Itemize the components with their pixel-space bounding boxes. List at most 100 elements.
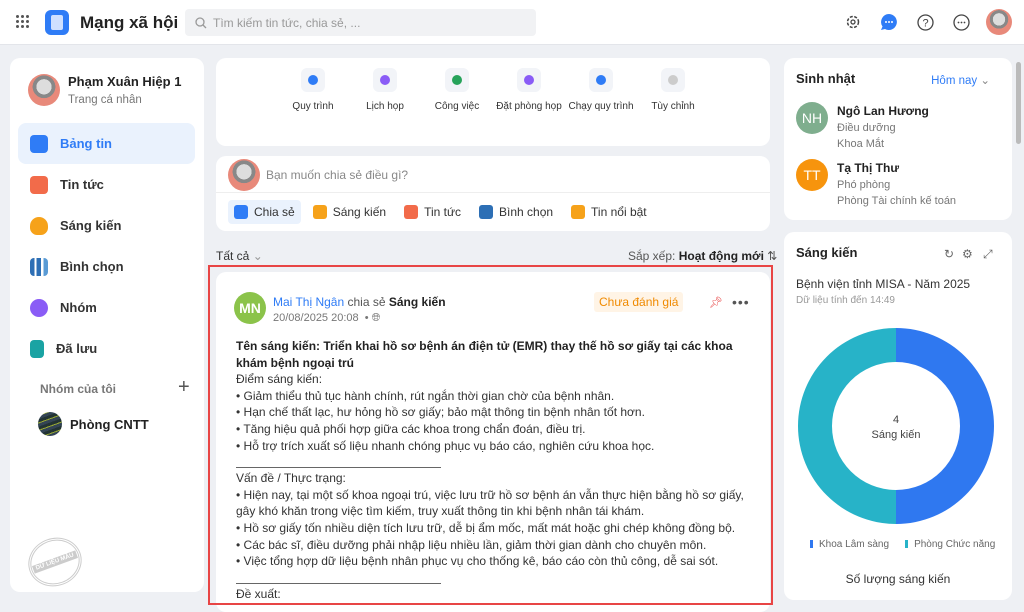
composer-action-4[interactable]: Tin nổi bật bbox=[565, 200, 653, 224]
composer-placeholder: Bạn muốn chia sẻ điều gì? bbox=[266, 168, 409, 182]
legend-swatch bbox=[810, 540, 813, 548]
birthday-title: Sinh nhật bbox=[796, 71, 856, 86]
legend-item[interactable]: Khoa Lâm sàng bbox=[810, 539, 889, 550]
chat-icon[interactable] bbox=[878, 11, 900, 33]
post-type: Sáng kiến bbox=[388, 295, 446, 309]
birthday-filter-dropdown[interactable]: Hôm nay ⌄ bbox=[931, 73, 990, 87]
shortcut-icon bbox=[661, 68, 685, 92]
sample-data-stamp: DỮ LIỆU MẪU bbox=[21, 530, 89, 594]
shortcut-label: Đặt phòng họp bbox=[496, 101, 562, 112]
person-name: Ngô Lan Hương bbox=[837, 104, 929, 118]
shortcut-3[interactable]: Đặt phòng họp bbox=[493, 68, 565, 146]
scrollbar[interactable] bbox=[1016, 62, 1021, 144]
birthday-filter-value: Hôm nay bbox=[931, 75, 978, 87]
nav-label: Bảng tin bbox=[60, 136, 112, 151]
help-icon[interactable]: ? bbox=[914, 11, 936, 33]
search-input[interactable]: Tìm kiếm tin tức, chia sẻ, ... bbox=[185, 9, 536, 36]
composer-action-0[interactable]: Chia sẻ bbox=[228, 200, 301, 224]
donut-slice-1[interactable] bbox=[798, 328, 896, 524]
settings-icon[interactable]: ⚙︎ bbox=[962, 247, 973, 261]
shortcut-4[interactable]: Chạy quy trình bbox=[565, 68, 637, 146]
apps-grid-icon[interactable] bbox=[16, 15, 29, 28]
shortcut-2[interactable]: Công việc bbox=[421, 68, 493, 146]
person-dept: Phòng Tài chính kế toán bbox=[837, 195, 957, 207]
composer-action-3[interactable]: Bình chọn bbox=[473, 200, 559, 224]
legend-label: Khoa Lâm sàng bbox=[819, 539, 890, 550]
point-item: • Giảm thiểu thủ tục hành chính, rút ngắ… bbox=[236, 388, 615, 403]
group-name: Phòng CNTT bbox=[70, 416, 149, 432]
newsfeed-icon bbox=[30, 134, 48, 153]
author-avatar[interactable]: MN bbox=[234, 292, 266, 324]
action-icon bbox=[479, 205, 493, 219]
nav-item-da-luu[interactable]: Đã lưu bbox=[18, 328, 195, 369]
post-composer: Bạn muốn chia sẻ điều gì? Chia sẻ Sáng ki… bbox=[216, 156, 770, 231]
left-sidebar: Phạm Xuân Hiệp 1 Trang cá nhân Bảng tin T… bbox=[10, 58, 204, 594]
sort-value: Hoạt động mới bbox=[678, 249, 764, 263]
proposal-heading: Đề xuất: bbox=[236, 586, 281, 601]
nav-label: Tin tức bbox=[60, 177, 104, 192]
profile-name: Phạm Xuân Hiệp 1 bbox=[68, 74, 182, 89]
app-title: Mạng xã hội bbox=[80, 13, 179, 32]
nav-label: Nhóm bbox=[60, 300, 97, 315]
shortcut-5[interactable]: Tùy chỉnh bbox=[637, 68, 709, 146]
shortcut-label: Công việc bbox=[434, 101, 480, 112]
person-avatar: TT bbox=[796, 159, 828, 191]
shortcut-icon bbox=[301, 68, 325, 92]
shortcut-label: Quy trình bbox=[292, 101, 334, 112]
action-label: Bình chọn bbox=[499, 205, 554, 219]
issue-item: • Các bác sĩ, điều dưỡng phải nhập liệu … bbox=[236, 537, 707, 552]
settings-icon[interactable] bbox=[842, 11, 864, 33]
author-name[interactable]: Mai Thị Ngân bbox=[273, 295, 344, 309]
action-label: Tin tức bbox=[424, 205, 461, 219]
expand-icon[interactable]: ⤢ bbox=[983, 247, 993, 262]
center-label: Sáng kiến bbox=[872, 429, 921, 441]
pin-icon[interactable]: 📌︎ bbox=[709, 296, 723, 309]
filter-label: Tất cả bbox=[216, 249, 250, 263]
group-item[interactable]: Phòng CNTT bbox=[38, 412, 149, 436]
nav-label: Bình chọn bbox=[60, 259, 124, 274]
composer-avatar bbox=[228, 159, 260, 191]
composer-action-2[interactable]: Tin tức bbox=[398, 200, 467, 224]
composer-input[interactable]: Bạn muốn chia sẻ điều gì? bbox=[228, 154, 408, 196]
feed-filter-dropdown[interactable]: Tất cả ⌄ bbox=[216, 249, 263, 263]
donut-chart: 4 Sáng kiến bbox=[798, 328, 994, 524]
person-name: Tạ Thị Thư bbox=[837, 161, 900, 175]
post-card: MN Mai Thị Ngân chia sẻ Sáng kiến 20/08/… bbox=[216, 272, 770, 612]
issue-item: • Hồ sơ giấy tốn nhiều diện tích lưu trữ… bbox=[236, 520, 736, 535]
data-as-of: Dữ liệu tính đến 14:49 bbox=[796, 295, 895, 306]
points-heading: Điểm sáng kiến: bbox=[236, 372, 323, 387]
search-placeholder: Tìm kiếm tin tức, chia sẻ, ... bbox=[213, 15, 361, 30]
shortcut-icon bbox=[445, 68, 469, 92]
group-icon bbox=[30, 298, 48, 317]
birthday-person[interactable]: NH Ngô Lan Hương Điều dưỡng Khoa Mắt bbox=[796, 102, 929, 150]
initiative-title: Sáng kiến bbox=[796, 245, 858, 260]
nav-item-nhom[interactable]: Nhóm bbox=[18, 287, 195, 328]
nav-item-bang-tin[interactable]: Bảng tin bbox=[18, 123, 195, 164]
center-value: 4 bbox=[893, 414, 899, 426]
nav-item-sang-kien[interactable]: Sáng kiến bbox=[18, 205, 195, 246]
shortcut-0[interactable]: Quy trình bbox=[277, 68, 349, 146]
divider bbox=[236, 570, 441, 584]
person-dept: Khoa Mắt bbox=[837, 138, 885, 150]
point-item: • Tăng hiệu quả phối hợp giữa các khoa t… bbox=[236, 421, 586, 436]
legend-item[interactable]: Phòng Chức năng bbox=[905, 539, 995, 550]
donut-slice-0[interactable] bbox=[896, 328, 994, 524]
nav-item-binh-chon[interactable]: Bình chọn bbox=[18, 246, 195, 287]
more-icon[interactable] bbox=[950, 11, 972, 33]
search-icon bbox=[195, 16, 207, 28]
profile-link[interactable]: Phạm Xuân Hiệp 1 Trang cá nhân bbox=[28, 74, 181, 106]
action-icon bbox=[234, 205, 248, 219]
composer-action-1[interactable]: Sáng kiến bbox=[307, 200, 392, 224]
shortcut-icon bbox=[373, 68, 397, 92]
user-avatar[interactable] bbox=[986, 9, 1012, 35]
bar-chart-icon bbox=[30, 257, 48, 276]
birthday-person[interactable]: TT Tạ Thị Thư Phó phòng Phòng Tài chính kế … bbox=[796, 159, 956, 207]
nav-item-tin-tuc[interactable]: Tin tức bbox=[18, 164, 195, 205]
add-group-icon[interactable]: + bbox=[178, 376, 190, 399]
point-item: • Hạn chế thất lạc, hư hỏng hồ sơ giấy; … bbox=[236, 405, 645, 420]
refresh-icon[interactable]: ↻ bbox=[944, 247, 954, 261]
shortcut-1[interactable]: Lịch họp bbox=[349, 68, 421, 146]
post-more-button[interactable]: ••• bbox=[732, 294, 750, 310]
sort-dropdown[interactable]: Sắp xếp: Hoạt động mới ⇅ bbox=[628, 249, 777, 263]
action-label: Tin nổi bật bbox=[591, 205, 647, 219]
